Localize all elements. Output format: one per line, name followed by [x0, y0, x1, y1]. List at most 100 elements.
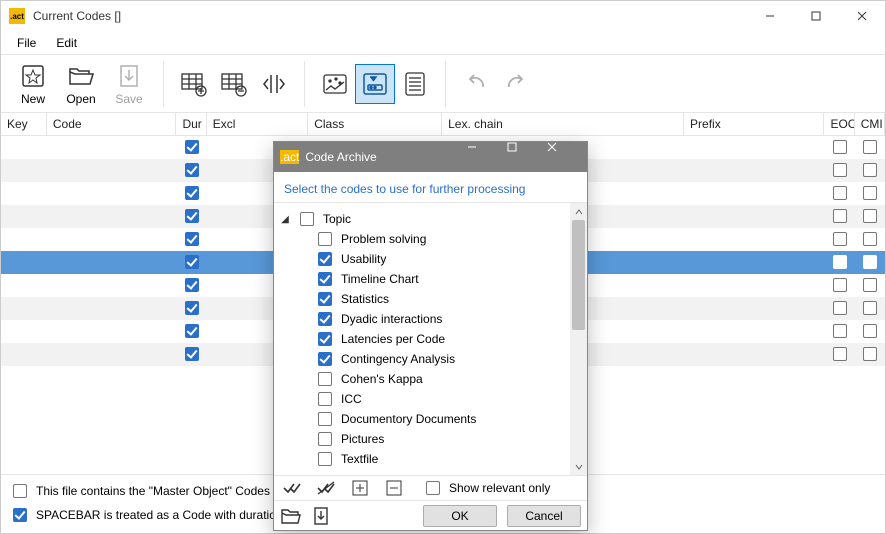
- tree-item[interactable]: Latencies per Code: [280, 329, 566, 349]
- export-button[interactable]: [312, 506, 330, 526]
- cancel-button[interactable]: Cancel: [507, 505, 581, 527]
- tree-item[interactable]: Documentory Documents: [280, 409, 566, 429]
- maximize-button[interactable]: [793, 1, 839, 31]
- eoc-checkbox[interactable]: [833, 278, 847, 292]
- tree-item[interactable]: Textfile: [280, 449, 566, 469]
- tree-item-checkbox[interactable]: [318, 292, 332, 306]
- tree-scrollbar[interactable]: [570, 203, 587, 475]
- col-excl[interactable]: Excl: [206, 113, 308, 136]
- cmi-checkbox[interactable]: [863, 140, 877, 154]
- window-title: Current Codes []: [33, 9, 121, 23]
- list-view-button[interactable]: [395, 64, 435, 104]
- new-button[interactable]: New: [9, 59, 57, 109]
- col-lex[interactable]: Lex. chain: [442, 113, 684, 136]
- tree-item-checkbox[interactable]: [318, 272, 332, 286]
- dur-checkbox[interactable]: [185, 301, 199, 315]
- cmi-checkbox[interactable]: [863, 186, 877, 200]
- tree-item[interactable]: Statistics: [280, 289, 566, 309]
- cmi-checkbox[interactable]: [863, 347, 877, 361]
- tree-item[interactable]: Timeline Chart: [280, 269, 566, 289]
- check-all-button[interactable]: [280, 476, 304, 500]
- tree-root-checkbox[interactable]: [300, 212, 314, 226]
- cmi-checkbox[interactable]: [863, 232, 877, 246]
- tree-item[interactable]: Dyadic interactions: [280, 309, 566, 329]
- dur-checkbox[interactable]: [185, 347, 199, 361]
- col-code[interactable]: Code: [46, 113, 176, 136]
- cmi-checkbox[interactable]: [863, 209, 877, 223]
- tree-item-checkbox[interactable]: [318, 352, 332, 366]
- dur-checkbox[interactable]: [185, 324, 199, 338]
- collapse-icon[interactable]: ◢: [280, 214, 290, 225]
- tree-item[interactable]: ICC: [280, 389, 566, 409]
- code-tree[interactable]: ◢TopicProblem solvingUsabilityTimeline C…: [274, 203, 570, 475]
- card-view-button[interactable]: [355, 64, 395, 104]
- col-class[interactable]: Class: [308, 113, 442, 136]
- tree-item[interactable]: Problem solving: [280, 229, 566, 249]
- dialog-maximize-button[interactable]: [507, 142, 547, 172]
- eoc-checkbox[interactable]: [833, 347, 847, 361]
- scroll-up-button[interactable]: [570, 203, 587, 220]
- cmi-checkbox[interactable]: [863, 163, 877, 177]
- remove-row-button[interactable]: [214, 64, 254, 104]
- dur-checkbox[interactable]: [185, 232, 199, 246]
- open-button[interactable]: Open: [57, 59, 105, 109]
- col-key[interactable]: Key: [1, 113, 46, 136]
- add-row-button[interactable]: [174, 64, 214, 104]
- cmi-checkbox[interactable]: [863, 324, 877, 338]
- tree-item-checkbox[interactable]: [318, 312, 332, 326]
- uncheck-all-button[interactable]: [314, 476, 338, 500]
- eoc-checkbox[interactable]: [833, 209, 847, 223]
- eoc-checkbox[interactable]: [833, 186, 847, 200]
- tree-item[interactable]: Usability: [280, 249, 566, 269]
- tree-root[interactable]: ◢Topic: [280, 209, 566, 229]
- eoc-checkbox[interactable]: [833, 140, 847, 154]
- tree-item[interactable]: Contingency Analysis: [280, 349, 566, 369]
- cmi-checkbox[interactable]: [863, 278, 877, 292]
- scroll-down-button[interactable]: [570, 458, 587, 475]
- tree-item-checkbox[interactable]: [318, 232, 332, 246]
- save-button: Save: [105, 59, 153, 109]
- eoc-checkbox[interactable]: [833, 163, 847, 177]
- col-prefix[interactable]: Prefix: [684, 113, 824, 136]
- tree-item-checkbox[interactable]: [318, 372, 332, 386]
- tree-item-checkbox[interactable]: [318, 392, 332, 406]
- expand-tree-button[interactable]: [348, 476, 372, 500]
- dur-checkbox[interactable]: [185, 255, 199, 269]
- titlebar: .act Current Codes []: [1, 1, 885, 31]
- close-button[interactable]: [839, 1, 885, 31]
- expand-button[interactable]: [254, 64, 294, 104]
- scroll-thumb[interactable]: [572, 220, 585, 330]
- col-dur[interactable]: Dur: [176, 113, 206, 136]
- tree-item[interactable]: Pictures: [280, 429, 566, 449]
- show-relevant-checkbox[interactable]: Show relevant only: [422, 478, 550, 498]
- collapse-tree-button[interactable]: [382, 476, 406, 500]
- tree-item-checkbox[interactable]: [318, 332, 332, 346]
- eoc-checkbox[interactable]: [833, 301, 847, 315]
- tree-item-checkbox[interactable]: [318, 452, 332, 466]
- dur-checkbox[interactable]: [185, 140, 199, 154]
- dialog-minimize-button[interactable]: [467, 142, 507, 172]
- star-document-icon: [19, 62, 47, 90]
- dur-checkbox[interactable]: [185, 163, 199, 177]
- tree-item-checkbox[interactable]: [318, 252, 332, 266]
- eoc-checkbox[interactable]: [833, 324, 847, 338]
- col-cmi[interactable]: CMI: [854, 113, 884, 136]
- cmi-checkbox[interactable]: [863, 301, 877, 315]
- dur-checkbox[interactable]: [185, 278, 199, 292]
- chart-button[interactable]: [315, 64, 355, 104]
- tree-item[interactable]: Cohen's Kappa: [280, 369, 566, 389]
- minimize-button[interactable]: [747, 1, 793, 31]
- eoc-checkbox[interactable]: [833, 255, 847, 269]
- open-folder-button[interactable]: [280, 507, 302, 525]
- menu-file[interactable]: File: [7, 33, 46, 53]
- eoc-checkbox[interactable]: [833, 232, 847, 246]
- dialog-close-button[interactable]: [547, 142, 587, 172]
- tree-item-checkbox[interactable]: [318, 412, 332, 426]
- dur-checkbox[interactable]: [185, 186, 199, 200]
- ok-button[interactable]: OK: [423, 505, 497, 527]
- dur-checkbox[interactable]: [185, 209, 199, 223]
- menu-edit[interactable]: Edit: [46, 33, 87, 53]
- cmi-checkbox[interactable]: [863, 255, 877, 269]
- tree-item-checkbox[interactable]: [318, 432, 332, 446]
- col-eoc[interactable]: EOC: [824, 113, 854, 136]
